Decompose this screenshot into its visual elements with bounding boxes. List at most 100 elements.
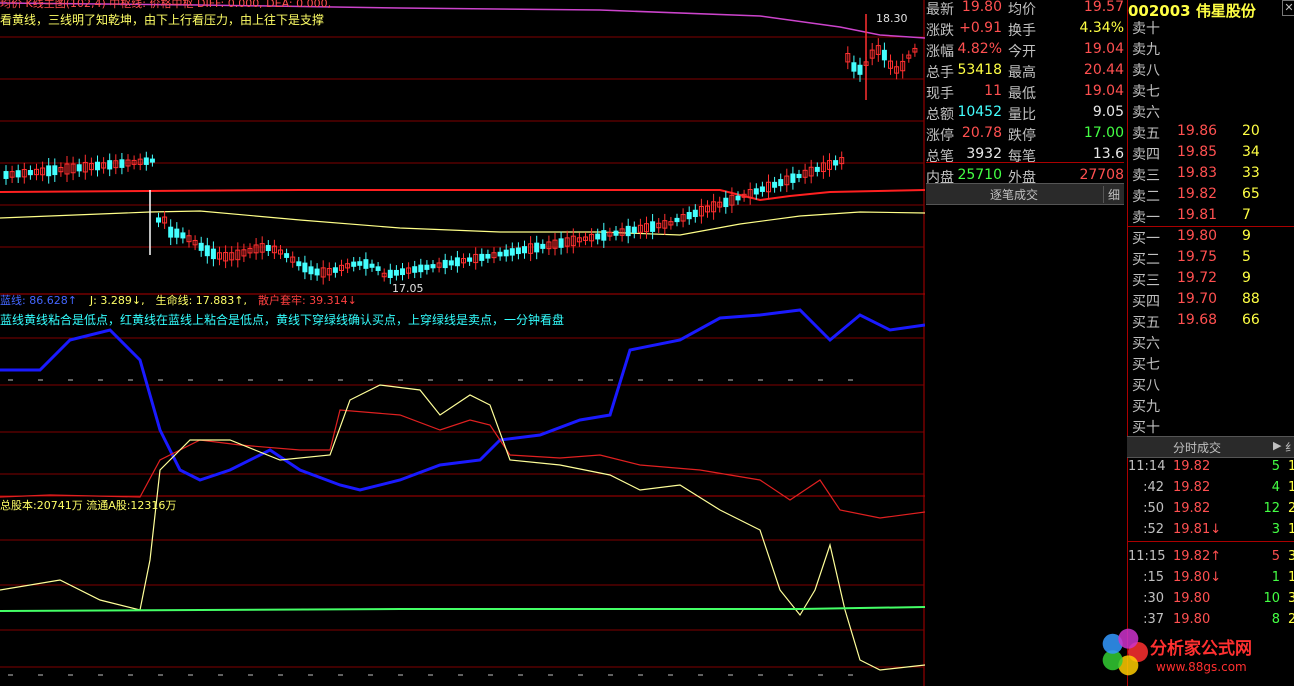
tick-trades-tab[interactable]: 逐笔成交 — [926, 186, 1102, 203]
time-sales-tab[interactable]: 分时成交 — [1127, 439, 1267, 456]
order-book-row: 卖六 — [1132, 100, 1292, 121]
candle-body — [198, 242, 204, 251]
trade-time: :30 — [1143, 591, 1164, 606]
candle-body — [851, 62, 857, 72]
quote-label: 今开 — [1008, 44, 1036, 60]
trade-time: :50 — [1143, 501, 1164, 516]
level-volume: 5 — [1242, 249, 1251, 265]
candle-body — [180, 232, 186, 239]
candle-body — [174, 228, 180, 238]
quote-value: +0.91 — [959, 20, 1002, 36]
quote-label: 总笔 — [926, 149, 954, 165]
quote-label: 换手 — [1008, 23, 1036, 39]
candle-body — [204, 245, 210, 257]
level-volume: 65 — [1242, 186, 1260, 202]
trade-price: 19.82 — [1173, 480, 1211, 495]
stock-title: 002003 伟星股份 — [1128, 0, 1278, 20]
trade-time: 11:14 — [1128, 459, 1166, 474]
order-book-row: 买十 — [1132, 415, 1292, 436]
extra-tab[interactable]: 纟 — [1285, 439, 1294, 455]
trade-extra: 1 — [1288, 570, 1294, 585]
order-book-row: 买六 — [1132, 331, 1292, 352]
quote-value: 19.80 — [961, 0, 1002, 15]
candle-body — [454, 257, 460, 267]
candle-body — [772, 181, 778, 188]
candle-body — [430, 264, 436, 269]
trade-row: :42 19.82 4 1 — [1128, 477, 1294, 498]
candle-body — [778, 179, 784, 187]
quote-value: 20.78 — [961, 125, 1002, 141]
trade-row: 11:14 19.82 5 1 — [1128, 456, 1294, 477]
candle-body — [95, 161, 100, 171]
quote-panel: 最新 19.80 均价 19.57 涨跌 +0.91 换手 4.34% 涨幅 4.82% 今开 19.… — [926, 0, 1124, 686]
quote-value: 25710 — [957, 167, 1002, 183]
level-volume: 88 — [1242, 291, 1260, 307]
candle-body — [467, 257, 473, 262]
order-book-row: 卖五 19.86 20 — [1132, 121, 1292, 142]
candle-body — [156, 217, 161, 223]
candle-body — [540, 243, 546, 249]
chart-canvas[interactable] — [0, 0, 925, 686]
trade-time: 11:15 — [1128, 549, 1166, 564]
candle-body — [76, 164, 82, 172]
quote-value: 10452 — [957, 104, 1002, 120]
time-sales-tab-bar: 分时成交 ▶ 纟 — [1127, 436, 1294, 458]
level-label: 买九 — [1132, 399, 1160, 415]
order-book-row: 卖二 19.82 65 — [1132, 184, 1292, 205]
candle-body — [833, 160, 839, 166]
candle-body — [265, 245, 271, 252]
quote-value: 13.6 — [1092, 146, 1124, 162]
candle-body — [107, 160, 113, 170]
candle-body — [723, 197, 729, 208]
trade-volume: 4 — [1271, 480, 1280, 495]
level-price: 19.86 — [1177, 123, 1218, 139]
quote-value: 19.04 — [1083, 41, 1124, 57]
upper-pane-hint: 看黄线，三线明了知乾坤，由下上行看压力，由上往下是支撑 — [0, 13, 325, 27]
level-label: 卖三 — [1132, 168, 1160, 184]
candle-body — [485, 253, 491, 259]
quote-row: 涨停 20.78 跌停 17.00 — [926, 123, 1124, 144]
quote-separator — [926, 162, 1124, 163]
candle-body — [412, 266, 418, 273]
level-volume: 9 — [1242, 270, 1251, 286]
level-label: 卖二 — [1132, 189, 1160, 205]
order-book-row: 买四 19.70 88 — [1132, 289, 1292, 310]
level-label: 卖一 — [1132, 210, 1160, 226]
life-line-value: 生命线: 17.883↑, — [155, 294, 247, 307]
candle-body — [52, 165, 58, 176]
trade-price: 19.82 — [1173, 501, 1211, 516]
candle-body — [296, 261, 302, 267]
level-price: 19.80 — [1177, 228, 1218, 244]
detail-tab[interactable]: 细 — [1103, 186, 1124, 203]
level-price: 19.81 — [1177, 207, 1218, 223]
level-volume: 7 — [1242, 207, 1251, 223]
quote-label: 涨停 — [926, 128, 954, 144]
quote-row: 涨幅 4.82% 今开 19.04 — [926, 39, 1124, 60]
quote-row: 总手 53418 最高 20.44 — [926, 60, 1124, 81]
trade-row: 11:15 19.82↑ 5 3 — [1128, 546, 1294, 567]
candle-body — [210, 248, 216, 260]
candle-body — [351, 261, 357, 267]
close-icon[interactable]: ✕ — [1282, 0, 1294, 16]
chart-area[interactable]: 均价 K线主图(102,4) 中枢线: 价格中枢 DIFF: 0.000, DE… — [0, 0, 925, 686]
candle-body — [418, 264, 424, 273]
trades-tab-bar: 逐笔成交 细 — [926, 183, 1124, 205]
order-book-row: 卖八 — [1132, 58, 1292, 79]
candle-body — [393, 269, 399, 276]
trade-volume: 1 — [1271, 570, 1280, 585]
red-pivot-line — [0, 189, 925, 202]
expand-arrow-icon[interactable]: ▶ — [1273, 439, 1281, 452]
quote-label: 最低 — [1008, 86, 1036, 102]
j-value: J: 3.289↓, — [89, 294, 145, 307]
quote-row: 总额 10452 量比 9.05 — [926, 102, 1124, 123]
candle-body — [515, 247, 521, 255]
logo-petal — [1118, 628, 1139, 649]
order-book-row: 买七 — [1132, 352, 1292, 373]
level-volume: 34 — [1242, 144, 1260, 160]
candle-body — [27, 170, 33, 176]
quote-value: 4.34% — [1079, 20, 1124, 36]
candle-body — [119, 159, 125, 168]
trade-price: 19.80 — [1173, 591, 1211, 606]
candle-body — [284, 253, 290, 258]
level-price: 19.70 — [1177, 291, 1218, 307]
